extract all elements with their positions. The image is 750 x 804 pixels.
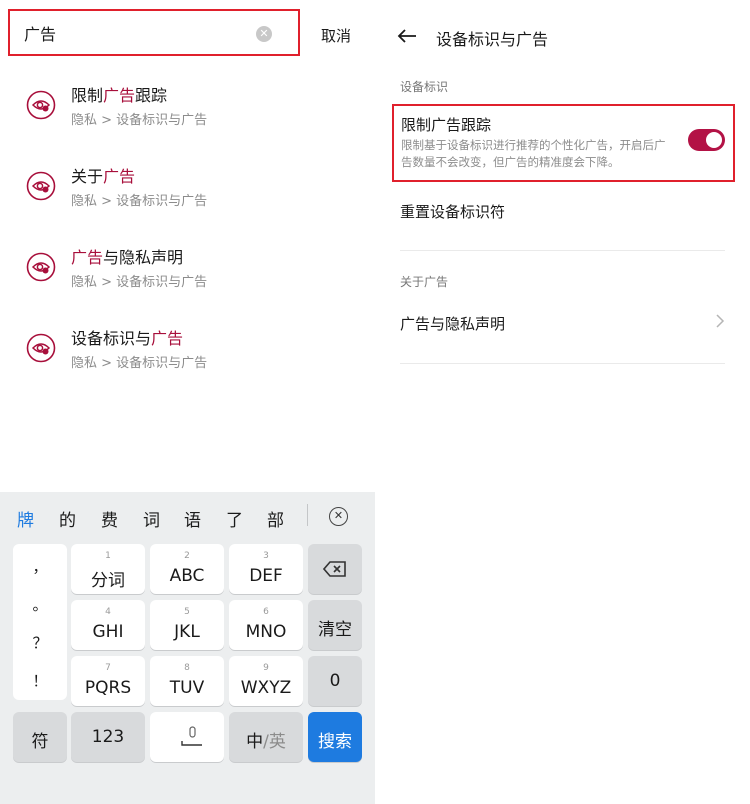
result-path: 隐私 > 设备标识与广告: [71, 194, 208, 209]
key-number: 2: [184, 551, 190, 561]
key-4[interactable]: 4 GHI: [71, 600, 145, 650]
key-label: 清空: [318, 620, 352, 640]
candidate-word[interactable]: 语: [184, 506, 201, 531]
collapse-keyboard-icon[interactable]: ✕: [329, 507, 348, 526]
search-input[interactable]: [24, 21, 244, 45]
key-number: 4: [105, 607, 111, 617]
search-screen: ✕ 取消 限制广告跟踪 隐私 > 设备标识与广告 关于广告 隐私 > 设备标识与…: [0, 0, 375, 804]
ad-privacy-icon: [26, 171, 56, 201]
key-label: 符: [31, 732, 49, 752]
key-label: 搜索: [318, 732, 352, 752]
section-header: 设备标识: [400, 80, 449, 94]
punct-key[interactable]: ，: [13, 556, 67, 577]
candidate-word[interactable]: 费: [101, 506, 118, 531]
result-title: 设备标识与广告: [71, 329, 184, 348]
search-key[interactable]: 搜索: [308, 712, 362, 762]
key-number: 1: [105, 551, 111, 561]
candidate-word[interactable]: 牌: [17, 506, 34, 531]
space-microphone-icon: [181, 726, 202, 746]
divider: [307, 504, 308, 526]
key-label: GHI: [92, 622, 124, 642]
key-label: MNO: [245, 622, 287, 642]
toggle-knob: [706, 132, 722, 148]
setting-description: 限制基于设备标识进行推荐的个性化广告，开启后广告数量不会改变，但广告的精准度会下…: [401, 138, 666, 169]
language-switch-key[interactable]: 中/英: [229, 712, 303, 762]
key-label: 0: [329, 671, 341, 691]
ad-privacy-icon: [26, 333, 56, 363]
key-label: 分词: [91, 571, 125, 591]
key-label: 中/英: [246, 732, 286, 752]
key-9[interactable]: 9 WXYZ: [229, 656, 303, 706]
cancel-button[interactable]: 取消: [321, 25, 351, 46]
candidate-bar: 牌 的 费 词 语 了 部 ✕: [0, 492, 375, 536]
candidate-word[interactable]: 的: [59, 506, 76, 531]
punct-key[interactable]: ！: [13, 670, 67, 691]
list-item[interactable]: 关于广告 隐私 > 设备标识与广告: [0, 151, 375, 232]
backspace-key[interactable]: [308, 544, 362, 594]
limit-ad-tracking-toggle[interactable]: [688, 129, 725, 151]
list-item[interactable]: 设备标识与广告 隐私 > 设备标识与广告: [0, 313, 375, 394]
candidate-word[interactable]: 部: [267, 506, 284, 531]
space-key[interactable]: [150, 712, 224, 762]
clear-key[interactable]: 清空: [308, 600, 362, 650]
setting-title: 限制广告跟踪: [401, 116, 492, 134]
search-results-list: 限制广告跟踪 隐私 > 设备标识与广告 关于广告 隐私 > 设备标识与广告 广告…: [0, 70, 375, 394]
list-item[interactable]: 广告与隐私声明 隐私 > 设备标识与广告: [0, 232, 375, 313]
key-label: WXYZ: [240, 678, 292, 698]
key-0[interactable]: 0: [308, 656, 362, 706]
result-title: 限制广告跟踪: [71, 86, 168, 105]
key-6[interactable]: 6 MNO: [229, 600, 303, 650]
key-label: DEF: [249, 566, 283, 586]
ad-privacy-icon: [26, 252, 56, 282]
punct-key[interactable]: 。: [13, 594, 67, 615]
result-title: 广告与隐私声明: [71, 248, 184, 267]
numbers-key[interactable]: 123: [71, 712, 145, 762]
settings-screen: 设备标识与广告 设备标识 限制广告跟踪 限制基于设备标识进行推荐的个性化广告，开…: [375, 0, 750, 804]
key-label: ABC: [169, 566, 205, 586]
result-path: 隐私 > 设备标识与广告: [71, 356, 208, 371]
backspace-icon: [323, 561, 346, 577]
key-number: 9: [263, 663, 269, 673]
result-path: 隐私 > 设备标识与广告: [71, 275, 208, 290]
key-label: PQRS: [84, 678, 132, 698]
key-label: 123: [91, 727, 125, 747]
ad-privacy-icon: [26, 90, 56, 120]
key-number: 6: [263, 607, 269, 617]
punctuation-column[interactable]: ， 。 ？ ！: [13, 544, 67, 700]
soft-keyboard: 牌 的 费 词 语 了 部 ✕ ， 。 ？ ！ 1 分词 2 ABC 3 DEF: [0, 492, 375, 804]
key-number: 7: [105, 663, 111, 673]
result-path: 隐私 > 设备标识与广告: [71, 113, 208, 128]
key-2[interactable]: 2 ABC: [150, 544, 224, 594]
section-header: 关于广告: [400, 275, 449, 289]
key-number: 3: [263, 551, 269, 561]
search-box[interactable]: ✕: [8, 9, 300, 56]
key-7[interactable]: 7 PQRS: [71, 656, 145, 706]
symbols-key[interactable]: 符: [13, 712, 67, 762]
punct-key[interactable]: ？: [13, 632, 67, 653]
result-title: 关于广告: [71, 167, 136, 186]
divider: [400, 363, 725, 364]
key-8[interactable]: 8 TUV: [150, 656, 224, 706]
back-arrow-icon[interactable]: [397, 28, 417, 44]
key-label: JKL: [174, 622, 200, 642]
divider: [400, 250, 725, 251]
key-number: 5: [184, 607, 190, 617]
candidate-word[interactable]: 词: [143, 506, 160, 531]
key-5[interactable]: 5 JKL: [150, 600, 224, 650]
page-title: 设备标识与广告: [436, 30, 549, 49]
reset-device-id-button[interactable]: 重置设备标识符: [400, 201, 505, 222]
key-1[interactable]: 1 分词: [71, 544, 145, 594]
ad-privacy-statement-link[interactable]: 广告与隐私声明: [400, 313, 505, 334]
clear-circle-icon[interactable]: ✕: [256, 26, 272, 42]
key-number: 8: [184, 663, 190, 673]
list-item[interactable]: 限制广告跟踪 隐私 > 设备标识与广告: [0, 70, 375, 151]
key-3[interactable]: 3 DEF: [229, 544, 303, 594]
key-label: TUV: [169, 678, 205, 698]
candidate-word[interactable]: 了: [226, 506, 243, 531]
chevron-right-icon: [716, 314, 725, 328]
